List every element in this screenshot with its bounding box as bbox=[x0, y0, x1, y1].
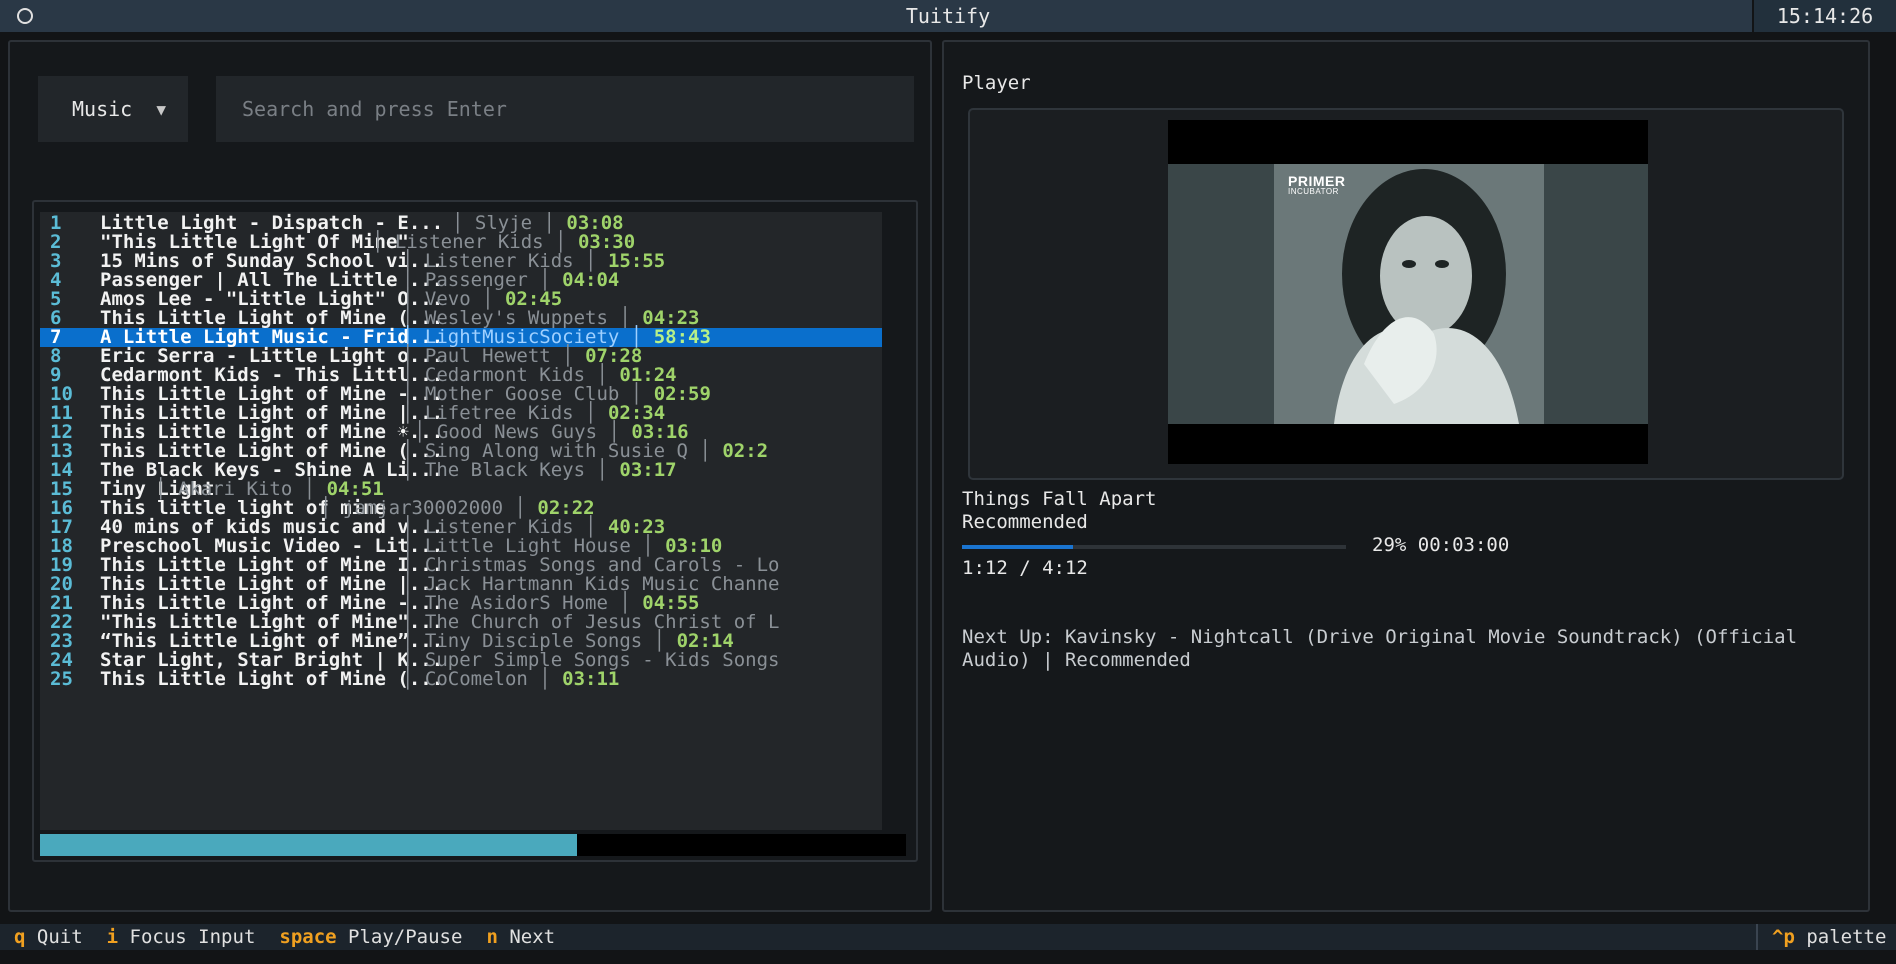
album-art: PRIMER INCUBATOR bbox=[1274, 164, 1544, 424]
search-panel: Music ▼ 1Little Light - Dispatch - E...│… bbox=[8, 40, 932, 912]
keybinding-play-pause[interactable]: space Play/Pause bbox=[279, 926, 462, 948]
result-channel: The Black Keys bbox=[424, 459, 586, 481]
result-channel: CoComelon bbox=[424, 668, 528, 690]
app-window: Tuitify 15:14:26 Music ▼ 1Little Light -… bbox=[0, 0, 1896, 964]
keybinding-focus-input[interactable]: i Focus Input bbox=[107, 926, 256, 948]
horizontal-scrollbar[interactable] bbox=[40, 834, 906, 856]
player-label: Player bbox=[962, 72, 1031, 94]
keybinding-key: i bbox=[106, 926, 119, 948]
result-title: This Little Light of Mine (... bbox=[100, 668, 444, 690]
track-subtitle: Recommended bbox=[962, 511, 1088, 533]
source-select-value: Music bbox=[72, 97, 133, 121]
album-art-image bbox=[1274, 164, 1544, 424]
result-index: 25 bbox=[50, 668, 73, 690]
column-separator: │ bbox=[527, 668, 563, 690]
clock: 15:14:26 bbox=[1752, 0, 1896, 32]
results-list[interactable]: 1 Little Light - Dispatch - E... │ Slyje │… bbox=[40, 212, 882, 830]
player-frame: PRIMER INCUBATOR bbox=[968, 108, 1844, 480]
source-select[interactable]: Music ▼ bbox=[38, 76, 188, 142]
column-separator: │ bbox=[402, 459, 425, 481]
result-duration: 58:43 bbox=[653, 326, 711, 348]
track-title: Things Fall Apart bbox=[962, 488, 1157, 510]
app-circle-icon[interactable] bbox=[17, 8, 33, 24]
palette-label: palette bbox=[1806, 926, 1887, 948]
result-duration: 03:17 bbox=[619, 459, 677, 481]
keybinding-key: space bbox=[279, 926, 337, 948]
result-duration: 02:2 bbox=[722, 440, 769, 462]
app-title: Tuitify bbox=[905, 4, 991, 28]
album-logo-line2: INCUBATOR bbox=[1288, 187, 1339, 196]
keybinding-key: n bbox=[486, 926, 498, 948]
keybinding-label: Quit bbox=[25, 926, 83, 948]
progress-bar[interactable] bbox=[962, 545, 1346, 549]
footer-keybindings: q Quit i Focus Input space Play/Pause n Nex… bbox=[0, 924, 1896, 950]
result-meta: │ The Black Keys │ 03:17 bbox=[402, 461, 677, 480]
keybinding-key: q bbox=[14, 926, 26, 948]
progress-text: 29% 00:03:00 bbox=[1372, 534, 1510, 556]
video-view[interactable]: PRIMER INCUBATOR bbox=[1168, 120, 1648, 464]
chevron-down-icon: ▼ bbox=[156, 99, 166, 119]
scrollbar-thumb[interactable] bbox=[40, 834, 577, 856]
album-logo: PRIMER INCUBATOR bbox=[1288, 174, 1345, 196]
album-logo-line1: PRIMER bbox=[1288, 173, 1346, 189]
title-bar: Tuitify 15:14:26 bbox=[0, 0, 1896, 32]
results-frame: 1 Little Light - Dispatch - E... │ Slyje │… bbox=[32, 200, 918, 862]
result-duration: 04:04 bbox=[562, 269, 620, 291]
search-input[interactable] bbox=[216, 76, 914, 142]
palette-key: ^p bbox=[1772, 926, 1795, 948]
keybinding-label: Play/Pause bbox=[336, 926, 463, 948]
palette-button[interactable]: ^p palette bbox=[1756, 924, 1896, 950]
keybinding-quit[interactable]: q Quit bbox=[14, 926, 83, 948]
keybinding-next[interactable]: n Next bbox=[486, 926, 555, 948]
column-separator: │ bbox=[402, 668, 425, 690]
keybinding-label: Focus Input bbox=[118, 926, 256, 948]
next-up-text: Next Up: Kavinsky - Nightcall (Drive Ori… bbox=[962, 626, 1798, 671]
result-row[interactable]: 25 This Little Light of Mine (... │ CoCome… bbox=[40, 670, 882, 689]
keybinding-label: Next bbox=[497, 926, 556, 948]
progress-fill bbox=[962, 545, 1074, 549]
result-meta: │ CoComelon │ 03:11 bbox=[402, 670, 619, 689]
player-panel: Player PRIMER INCUBATOR Things Fall Apar… bbox=[942, 40, 1870, 912]
column-separator: │ bbox=[688, 440, 723, 462]
result-duration: 03:11 bbox=[562, 668, 620, 690]
time-text: 1:12 / 4:12 bbox=[962, 557, 1088, 579]
column-separator: │ bbox=[585, 459, 620, 481]
